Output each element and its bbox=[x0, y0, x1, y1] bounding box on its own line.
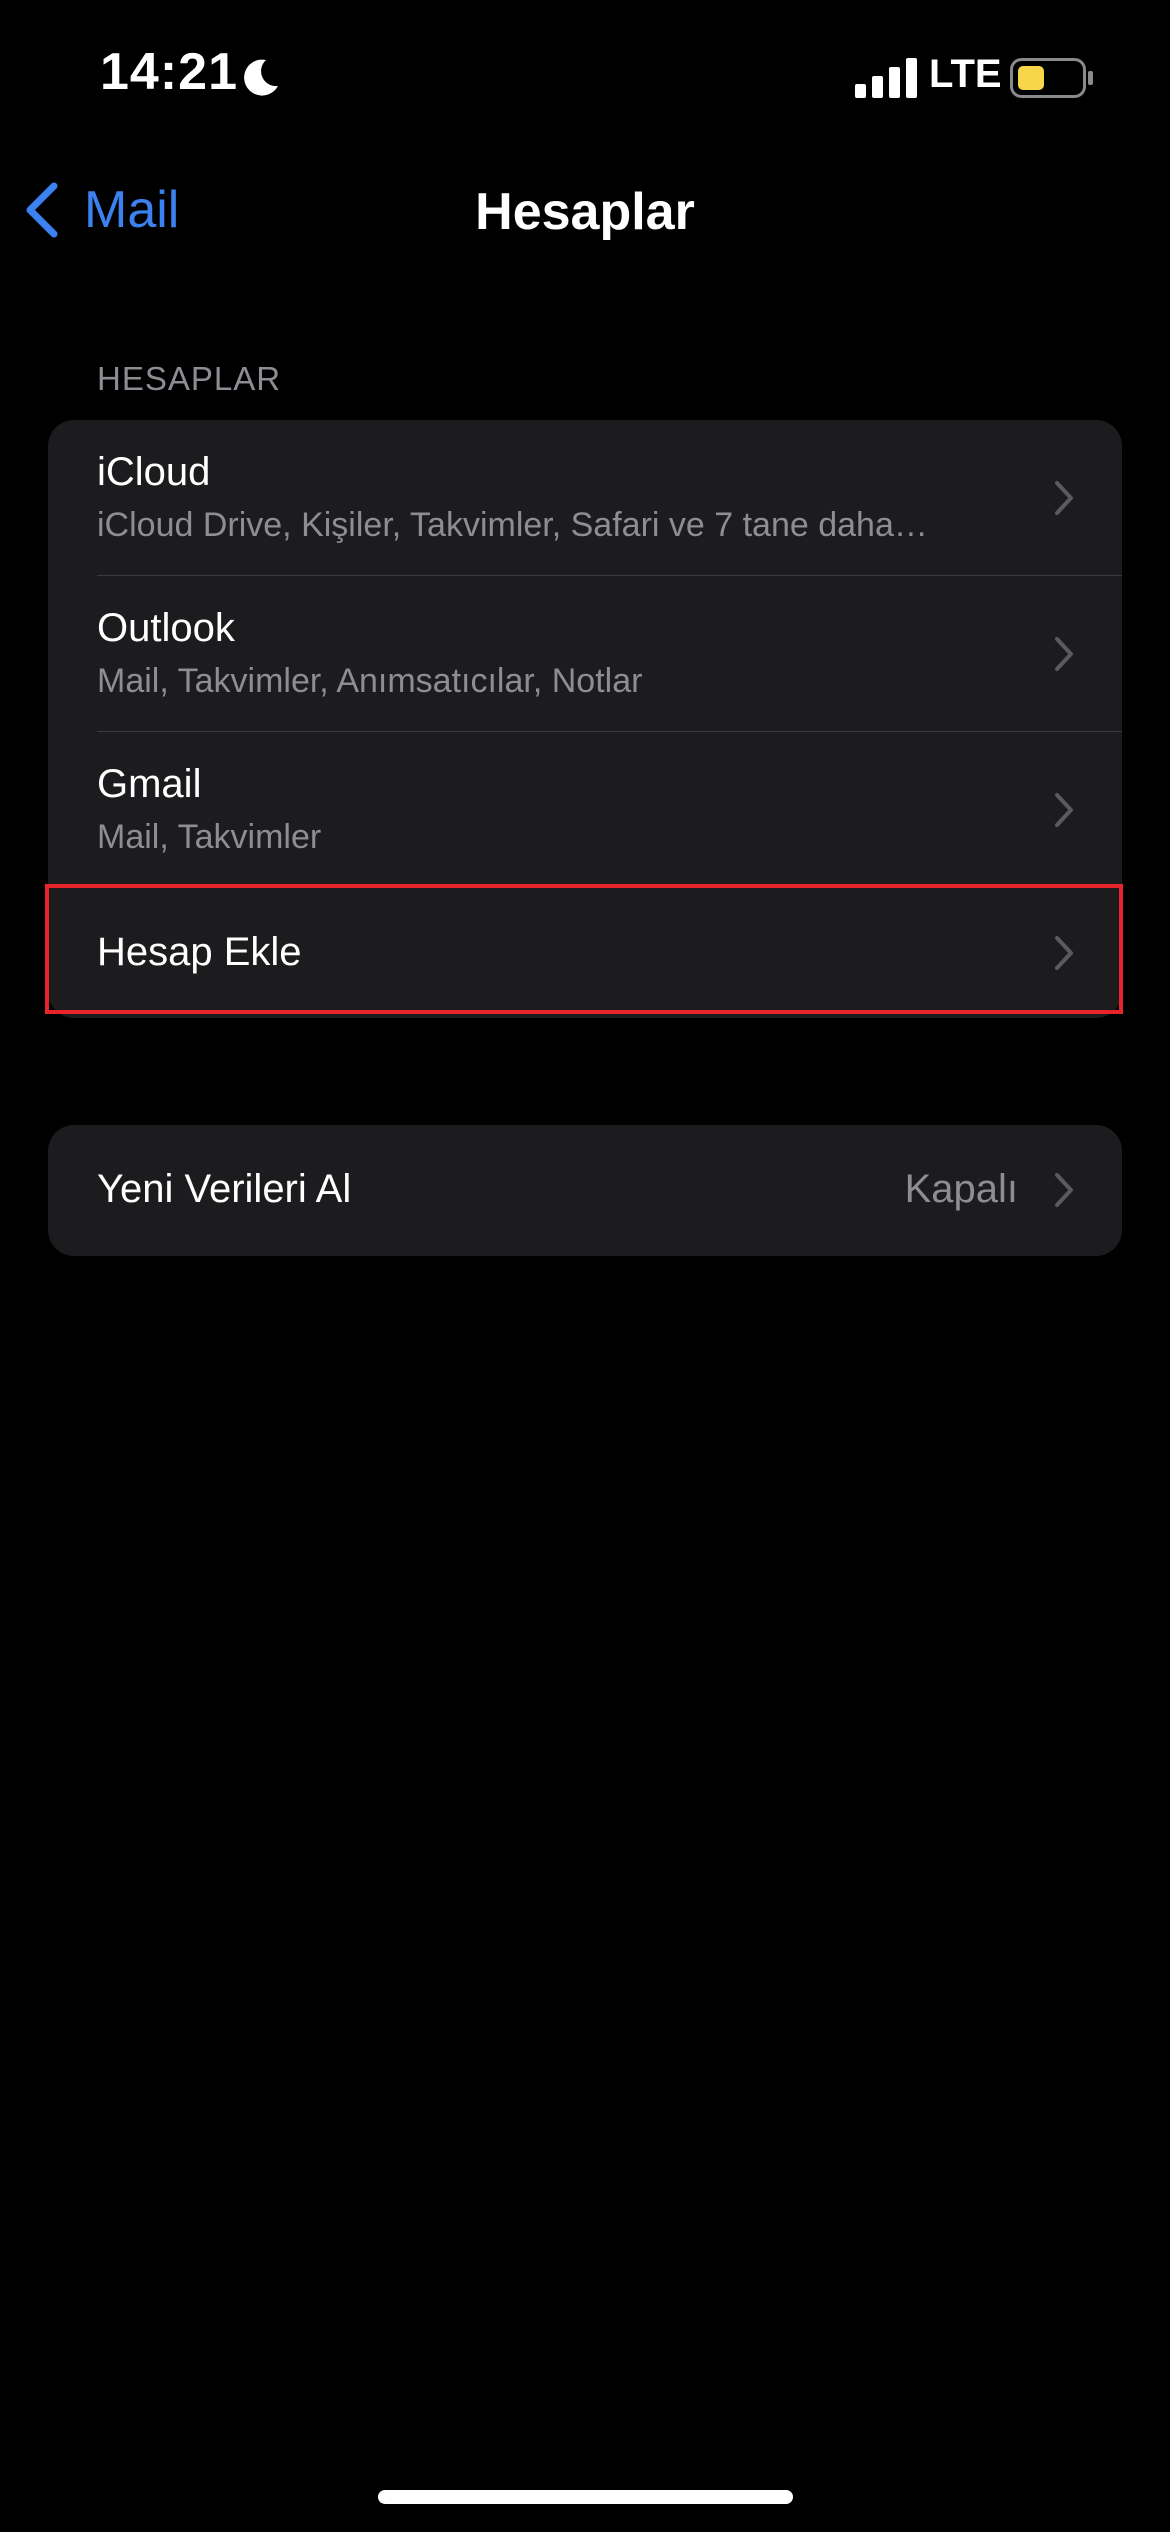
home-indicator[interactable] bbox=[378, 2490, 793, 2504]
add-account-label: Hesap Ekle bbox=[97, 930, 302, 974]
account-row-outlook[interactable]: Outlook Mail, Takvimler, Anımsatıcılar, … bbox=[48, 576, 1122, 732]
chevron-right-icon bbox=[1055, 481, 1073, 515]
add-account-row[interactable]: Hesap Ekle bbox=[48, 888, 1122, 1018]
back-button-label: Mail bbox=[84, 181, 180, 239]
chevron-right-icon bbox=[1055, 637, 1073, 671]
account-subtitle: Mail, Takvimler, Anımsatıcılar, Notlar bbox=[97, 662, 643, 700]
section-header-accounts: HESAPLAR bbox=[97, 360, 282, 397]
account-row-gmail[interactable]: Gmail Mail, Takvimler bbox=[48, 732, 1122, 888]
chevron-left-icon bbox=[26, 182, 58, 238]
battery-icon bbox=[1010, 58, 1093, 98]
fetch-new-data-label: Yeni Verileri Al bbox=[97, 1167, 352, 1211]
account-subtitle: Mail, Takvimler bbox=[97, 818, 322, 856]
back-button[interactable]: Mail bbox=[22, 178, 179, 242]
account-title: Gmail bbox=[97, 762, 202, 806]
accounts-group: iCloud iCloud Drive, Kişiler, Takvimler,… bbox=[48, 420, 1122, 1018]
fetch-new-data-value: Kapalı bbox=[904, 1167, 1018, 1211]
signal-icon bbox=[855, 58, 917, 98]
status-bar: 14:21 LTE bbox=[0, 0, 1170, 150]
fetch-new-data-row[interactable]: Yeni Verileri Al Kapalı bbox=[48, 1125, 1122, 1255]
moon-icon bbox=[244, 59, 278, 96]
account-row-icloud[interactable]: iCloud iCloud Drive, Kişiler, Takvimler,… bbox=[48, 420, 1122, 576]
navigation-bar: Hesaplar Mail bbox=[0, 160, 1170, 260]
chevron-right-icon bbox=[1055, 793, 1073, 827]
account-subtitle: iCloud Drive, Kişiler, Takvimler, Safari… bbox=[97, 506, 928, 544]
account-title: iCloud bbox=[97, 450, 211, 494]
chevron-right-icon bbox=[1055, 1173, 1073, 1207]
fetch-group: Yeni Verileri Al Kapalı bbox=[48, 1125, 1122, 1256]
status-time: 14:21 bbox=[100, 43, 238, 101]
network-label: LTE bbox=[929, 52, 1002, 96]
account-title: Outlook bbox=[97, 606, 235, 650]
chevron-right-icon bbox=[1055, 936, 1073, 970]
